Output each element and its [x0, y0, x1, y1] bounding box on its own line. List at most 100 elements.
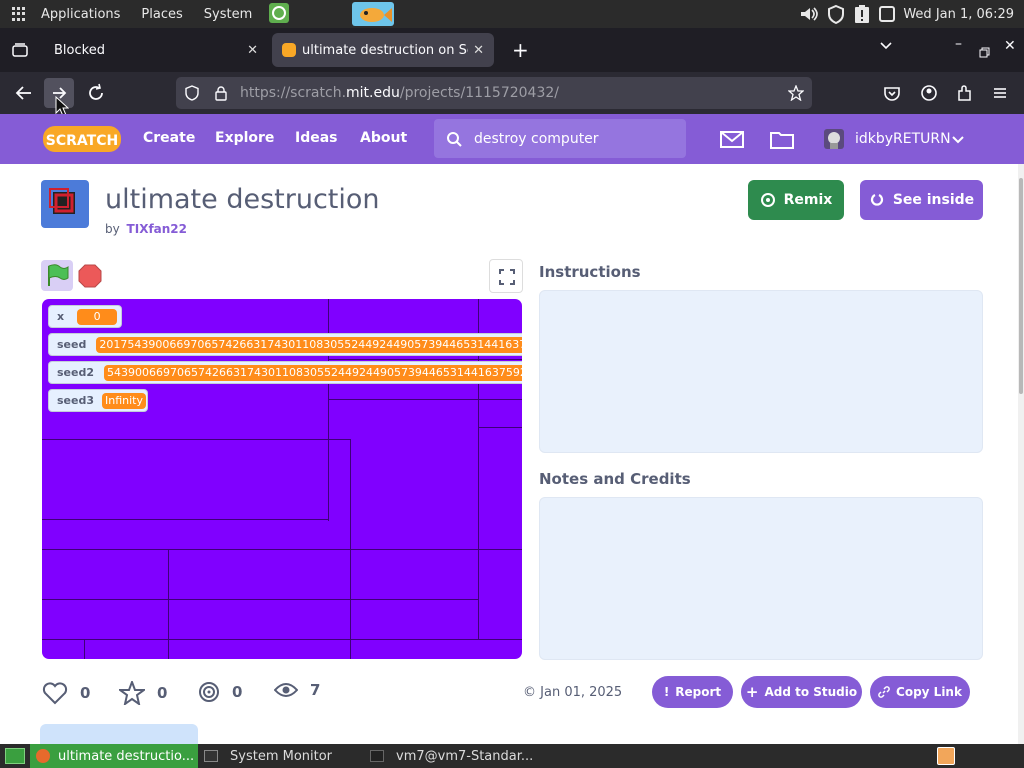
pocket-icon[interactable] [880, 81, 904, 105]
report-button[interactable]: ! Report [652, 676, 733, 708]
close-window-button[interactable]: ✕ [1004, 38, 1016, 54]
green-flag-button[interactable] [41, 260, 73, 291]
url-bar[interactable]: https://scratch.mit.edu/projects/1115720… [176, 77, 812, 109]
tab-title: ultimate destruction on Scr [302, 42, 468, 58]
close-icon[interactable]: ✕ [473, 43, 484, 58]
scrollbar-thumb[interactable] [1019, 178, 1023, 394]
remix-icon [199, 682, 219, 702]
nav-ideas[interactable]: Ideas [295, 130, 338, 146]
tab-overview-icon[interactable] [0, 33, 40, 67]
browser-launcher-icon[interactable] [269, 3, 289, 23]
fish-app-icon[interactable] [352, 2, 394, 26]
notes-box [539, 497, 983, 660]
variable-monitor-seed2[interactable]: seed2 5439006697065742663174301108305524… [48, 361, 522, 384]
add-to-studio-button[interactable]: + Add to Studio [741, 676, 862, 708]
back-button[interactable] [12, 81, 36, 105]
chevron-down-icon[interactable] [879, 38, 893, 57]
reload-button[interactable] [84, 81, 108, 105]
window-list-icon[interactable] [878, 5, 896, 23]
scratch-navbar: SCRATCH Create Explore Ideas About destr… [0, 114, 1024, 164]
hamburger-menu-icon[interactable] [988, 81, 1012, 105]
project-date: © Jan 01, 2025 [523, 685, 623, 700]
taskbar-item-browser[interactable]: ultimate destructio... [30, 744, 198, 768]
shield-icon[interactable] [826, 4, 846, 24]
nav-explore[interactable]: Explore [215, 130, 274, 146]
chevron-down-icon[interactable] [951, 134, 965, 146]
project-stage[interactable]: x 0 seed 2017543900669706574266317430110… [42, 299, 522, 659]
fullscreen-button[interactable] [489, 259, 523, 293]
system-monitor-icon [204, 750, 218, 762]
monitor-value: Infinity [102, 392, 146, 409]
avatar[interactable] [824, 129, 844, 149]
search-icon [447, 131, 462, 147]
taskbar-item-system-monitor[interactable]: System Monitor [198, 744, 364, 768]
variable-monitor-seed[interactable]: seed 20175439006697065742663174301108305… [48, 333, 522, 356]
places-menu[interactable]: Places [135, 7, 188, 22]
os-taskbar: ultimate destructio... System Monitor vm… [0, 744, 1024, 768]
see-inside-button[interactable]: See inside [860, 180, 983, 220]
author-link[interactable]: TIXfan22 [127, 222, 187, 236]
project-title: ultimate destruction [105, 184, 380, 215]
studio-card[interactable] [40, 724, 198, 744]
remix-button[interactable]: Remix [748, 180, 844, 220]
nav-create[interactable]: Create [143, 130, 195, 146]
lock-icon[interactable] [214, 85, 228, 101]
monitor-value: 0 [77, 308, 118, 325]
tab-title: Blocked [54, 42, 105, 58]
fullscreen-icon [499, 269, 515, 285]
account-icon[interactable] [917, 81, 941, 105]
username[interactable]: idkbyRETURN [855, 131, 951, 147]
love-stat[interactable]: 0 [42, 681, 90, 705]
show-desktop-button[interactable] [0, 744, 30, 768]
star-icon [119, 681, 145, 705]
copy-link-button[interactable]: Copy Link [870, 676, 970, 708]
system-menu[interactable]: System [198, 7, 258, 22]
remix-icon [760, 193, 775, 207]
messages-icon[interactable] [720, 131, 744, 148]
favorite-stat[interactable]: 0 [119, 681, 167, 705]
copyright-icon: © [523, 685, 536, 700]
clock[interactable]: Wed Jan 1, 06:29 [903, 7, 1014, 22]
search-bar[interactable]: destroy computer [434, 119, 686, 158]
scratch-logo[interactable]: SCRATCH [42, 124, 122, 154]
instructions-heading: Instructions [539, 263, 641, 281]
instructions-box [539, 290, 983, 453]
my-stuff-folder-icon[interactable] [770, 130, 794, 149]
remix-stat: 0 [198, 681, 242, 703]
restore-button[interactable] [979, 43, 990, 62]
clipboard-alert-icon[interactable] [853, 4, 871, 24]
variable-monitor-x[interactable]: x 0 [48, 305, 122, 328]
minimize-button[interactable]: – [955, 36, 962, 52]
bookmark-star-icon[interactable] [788, 85, 804, 101]
monitor-value: 5439006697065742663174301108305524492449… [104, 364, 522, 381]
variable-monitor-seed3[interactable]: seed3 Infinity [48, 389, 148, 412]
svg-text:SCRATCH: SCRATCH [46, 133, 118, 149]
heart-icon [42, 682, 68, 705]
project-author-line: by TIXfan22 [105, 222, 188, 236]
firefox-icon [36, 749, 50, 763]
tab-blocked[interactable]: Blocked ✕ [40, 33, 268, 67]
os-top-panel: Applications Places System Wed Jan 1, 06… [0, 0, 1024, 28]
plus-icon: + [745, 683, 759, 701]
project-thumbnail[interactable] [41, 180, 89, 228]
scratch-favicon-icon [282, 43, 296, 57]
app-grid-icon[interactable] [12, 7, 26, 21]
applications-menu[interactable]: Applications [35, 7, 126, 22]
stop-button[interactable] [78, 264, 102, 288]
firefox-tray-icon[interactable] [937, 747, 955, 765]
notes-heading: Notes and Credits [539, 470, 691, 488]
nav-about[interactable]: About [360, 130, 407, 146]
stop-icon [78, 264, 102, 288]
views-stat: 7 [274, 681, 320, 699]
volume-icon[interactable] [799, 5, 819, 23]
extensions-icon[interactable] [953, 81, 977, 105]
taskbar-item-terminal[interactable]: vm7@vm7-Standar... [364, 744, 554, 768]
tracking-shield-icon[interactable] [184, 85, 200, 101]
new-tab-button[interactable]: + [512, 38, 529, 62]
search-input[interactable]: destroy computer [474, 131, 599, 147]
close-icon[interactable]: ✕ [247, 43, 258, 58]
monitor-value: 2017543900669706574266317430110830552449… [96, 336, 522, 353]
tab-scratch-project[interactable]: ultimate destruction on Scr ✕ [272, 33, 494, 67]
eye-icon [274, 683, 298, 697]
link-icon [878, 686, 890, 698]
